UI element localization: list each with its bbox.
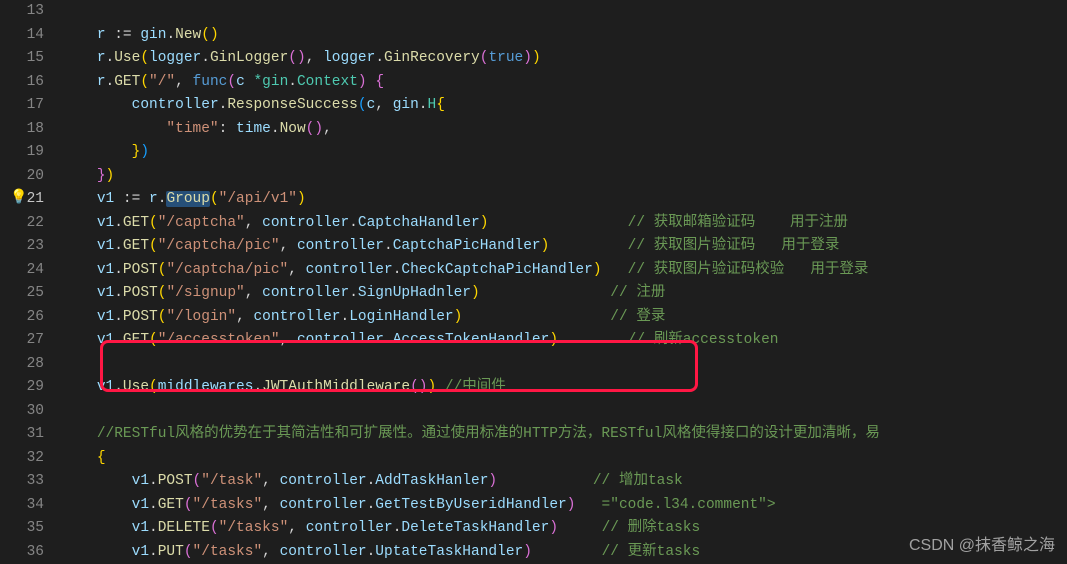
line-number-gutter: 13 14 15 16 17 18 19 20 21 22 23 24 25 2… bbox=[0, 0, 62, 563]
line-number: 22 bbox=[0, 212, 44, 236]
line-number: 36 bbox=[0, 541, 44, 564]
code-line: //RESTful风格的优势在于其简洁性和可扩展性。通过使用标准的HTTP方法，… bbox=[62, 423, 1067, 447]
code-line: "time": time.Now(), bbox=[62, 118, 1067, 142]
code-line: v1.POST("/task", controller.AddTaskHanle… bbox=[62, 470, 1067, 494]
line-number: 31 bbox=[0, 423, 44, 447]
line-number: 35 bbox=[0, 517, 44, 541]
code-line: v1 := r.Group("/api/v1") bbox=[62, 188, 1067, 212]
line-number: 32 bbox=[0, 447, 44, 471]
line-number: 34 bbox=[0, 494, 44, 518]
code-line: r := gin.New() bbox=[62, 24, 1067, 48]
line-number: 13 bbox=[0, 0, 44, 24]
code-line: r.GET("/", func(c *gin.Context) { bbox=[62, 71, 1067, 95]
watermark: CSDN @抹香鲸之海 bbox=[909, 531, 1055, 555]
code-line: v1.POST("/captcha/pic", controller.Check… bbox=[62, 259, 1067, 283]
line-number: 33 bbox=[0, 470, 44, 494]
line-number: 20 bbox=[0, 165, 44, 189]
line-number: 24 bbox=[0, 259, 44, 283]
code-line: controller.ResponseSuccess(c, gin.H{ bbox=[62, 94, 1067, 118]
code-line: v1.GET("/captcha/pic", controller.Captch… bbox=[62, 235, 1067, 259]
code-line: v1.GET("/tasks", controller.GetTestByUse… bbox=[62, 494, 1067, 518]
code-line bbox=[62, 353, 1067, 377]
code-line: v1.Use(middlewares.JWTAuthMiddleware()) … bbox=[62, 376, 1067, 400]
code-line: v1.POST("/signup", controller.SignUpHadn… bbox=[62, 282, 1067, 306]
line-number: 25 bbox=[0, 282, 44, 306]
code-line bbox=[62, 0, 1067, 24]
code-line: v1.POST("/login", controller.LoginHandle… bbox=[62, 306, 1067, 330]
line-number: 18 bbox=[0, 118, 44, 142]
line-number: 14 bbox=[0, 24, 44, 48]
code-line: }) bbox=[62, 165, 1067, 189]
line-number: 27 bbox=[0, 329, 44, 353]
line-number: 23 bbox=[0, 235, 44, 259]
code-line: v1.GET("/accesstoken", controller.Access… bbox=[62, 329, 1067, 353]
line-number: 26 bbox=[0, 306, 44, 330]
code-line: r.Use(logger.GinLogger(), logger.GinReco… bbox=[62, 47, 1067, 71]
line-number: 28 bbox=[0, 353, 44, 377]
code-line: }) bbox=[62, 141, 1067, 165]
line-number: 29 bbox=[0, 376, 44, 400]
line-number: 30 bbox=[0, 400, 44, 424]
line-number: 19 bbox=[0, 141, 44, 165]
code-line: { bbox=[62, 447, 1067, 471]
code-content[interactable]: 💡 r := gin.New() r.Use(logger.GinLogger(… bbox=[62, 0, 1067, 563]
lightbulb-icon[interactable]: 💡 bbox=[10, 189, 27, 206]
code-editor[interactable]: 13 14 15 16 17 18 19 20 21 22 23 24 25 2… bbox=[0, 0, 1067, 563]
code-line: v1.GET("/captcha", controller.CaptchaHan… bbox=[62, 212, 1067, 236]
line-number: 17 bbox=[0, 94, 44, 118]
code-line bbox=[62, 400, 1067, 424]
line-number: 16 bbox=[0, 71, 44, 95]
line-number: 15 bbox=[0, 47, 44, 71]
